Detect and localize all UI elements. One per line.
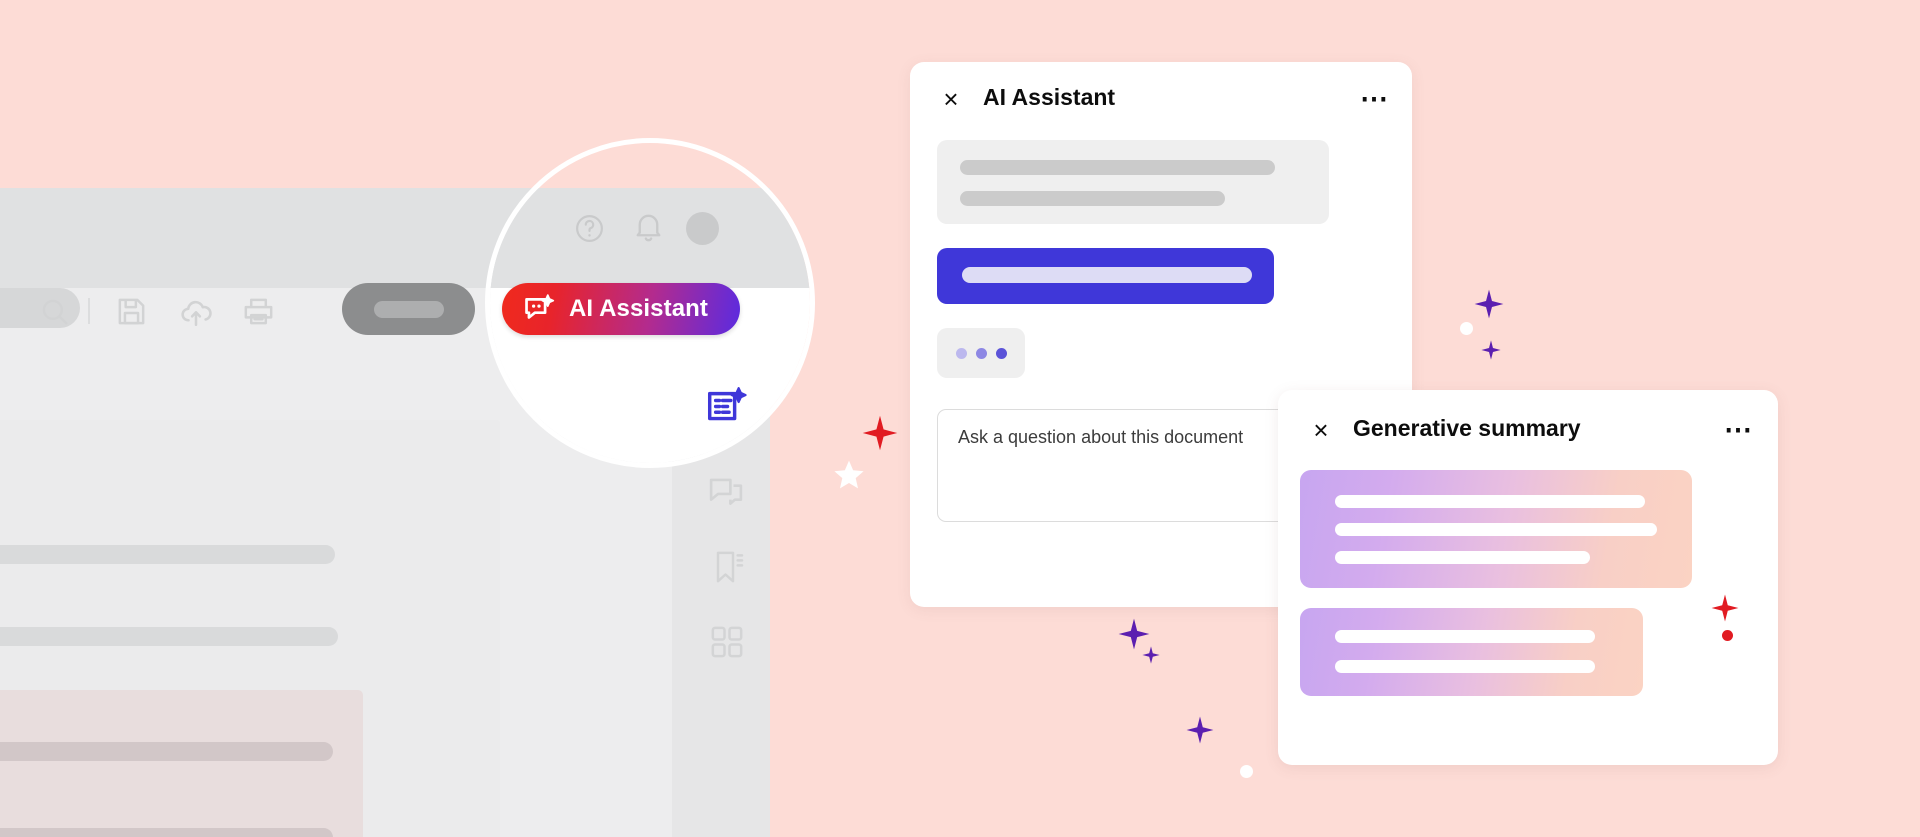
comment-icon[interactable] — [705, 472, 747, 519]
grid-icon[interactable] — [707, 622, 747, 667]
typing-dot — [955, 347, 967, 359]
toolbar-selected-pill-inner — [374, 301, 444, 318]
star-red-small — [1711, 594, 1739, 627]
gen-panel-header: × Generative summary ⋯ — [1278, 390, 1778, 462]
ai-panel-title: AI Assistant — [983, 84, 1116, 110]
star-purple-d — [1142, 646, 1160, 669]
star-purple-a — [1474, 289, 1504, 324]
bookmark-icon[interactable] — [708, 547, 748, 592]
avatar[interactable] — [686, 212, 719, 245]
search-icon[interactable] — [38, 295, 72, 334]
close-icon[interactable]: × — [937, 85, 965, 113]
ai-assistant-button-label: AI Assistant — [569, 295, 709, 322]
ai-assistant-button[interactable]: AI Assistant — [502, 283, 740, 335]
illustration-canvas: AI Assistant × AI Assistant ⋯ Ask a ques… — [0, 0, 1920, 837]
generative-summary-panel: × Generative summary ⋯ — [1278, 390, 1778, 765]
ai-panel-header: × AI Assistant ⋯ — [910, 62, 1412, 134]
print-icon[interactable] — [241, 294, 276, 334]
save-icon[interactable] — [114, 294, 149, 334]
ai-chat-sparkle-icon — [522, 292, 556, 326]
summary-placeholder-line — [1335, 523, 1657, 536]
toolbar-selected-pill[interactable] — [342, 283, 475, 335]
document-text-line — [0, 627, 338, 646]
dot-red-a — [1722, 630, 1733, 641]
document-highlight-block — [0, 690, 363, 837]
cloud-upload-icon[interactable] — [178, 294, 214, 335]
message-placeholder-line — [960, 160, 1275, 175]
bell-icon[interactable] — [631, 210, 666, 250]
dot-white-b — [1240, 765, 1253, 778]
summary-placeholder-line — [1335, 551, 1590, 564]
summary-card — [1300, 470, 1692, 588]
gen-panel-title: Generative summary — [1353, 415, 1581, 441]
message-placeholder-line — [960, 191, 1225, 206]
magnifier-circle: AI Assistant — [485, 138, 815, 468]
more-options-icon[interactable]: ⋯ — [1360, 82, 1390, 115]
typing-dot — [995, 347, 1007, 359]
document-highlight-line — [0, 742, 333, 761]
magnifier-content: AI Assistant — [490, 143, 810, 463]
star-red-large — [862, 415, 898, 456]
close-icon[interactable]: × — [1307, 416, 1335, 444]
summary-placeholder-line — [1335, 495, 1645, 508]
ai-summary-icon[interactable] — [703, 385, 749, 436]
summary-placeholder-line — [1335, 630, 1595, 643]
document-text-line — [0, 545, 335, 564]
user-message-bubble — [937, 248, 1274, 304]
assistant-message-bubble — [937, 140, 1329, 224]
more-options-icon[interactable]: ⋯ — [1724, 413, 1754, 446]
summary-card — [1300, 608, 1643, 696]
typing-indicator — [937, 328, 1025, 378]
document-highlight-line — [0, 828, 333, 837]
message-placeholder-line — [962, 267, 1252, 283]
star-white-small — [833, 460, 865, 497]
summary-placeholder-line — [1335, 660, 1595, 673]
star-purple-e — [1186, 716, 1214, 749]
help-icon[interactable] — [573, 212, 606, 250]
star-purple-b — [1481, 340, 1501, 365]
toolbar-divider — [88, 298, 90, 324]
typing-dot — [975, 347, 987, 359]
dot-white-a — [1460, 322, 1473, 335]
